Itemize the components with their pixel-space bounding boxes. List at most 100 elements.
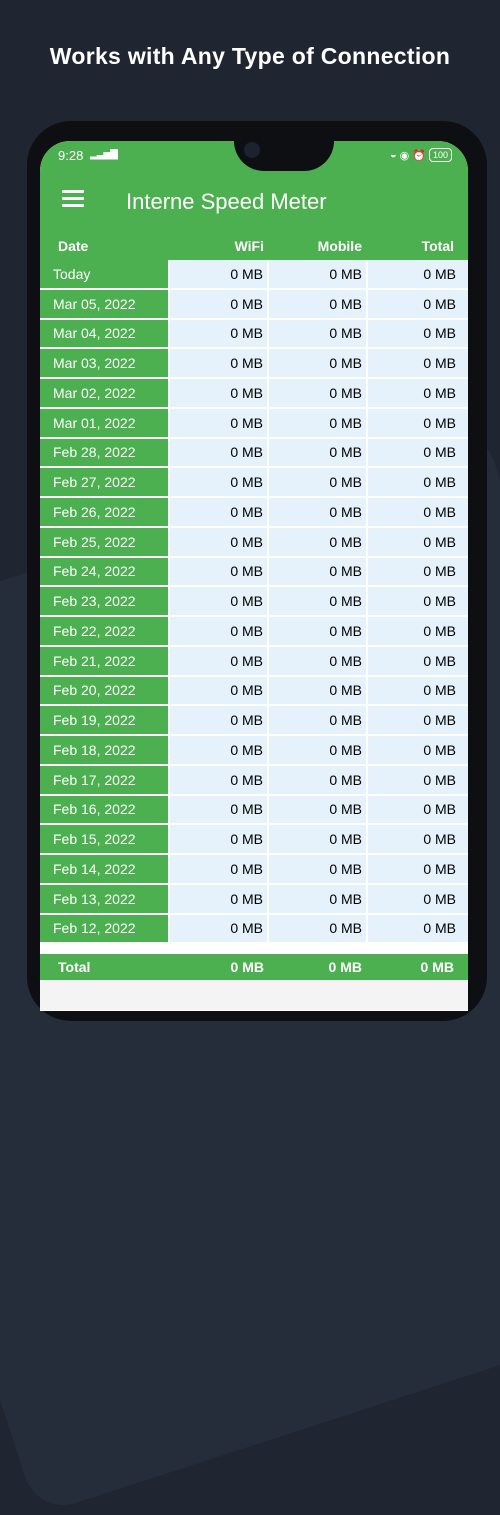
cell-wifi: 0 MB — [170, 527, 267, 558]
cell-total: 0 MB — [368, 736, 468, 766]
cell-mobile: 0 MB — [269, 260, 366, 290]
cell-wifi: 0 MB — [170, 884, 267, 915]
table-row: Mar 05, 2022 0 MB 0 MB 0 MB — [40, 289, 468, 320]
cell-mobile: 0 MB — [269, 914, 366, 945]
cell-date: Feb 19, 2022 — [40, 706, 168, 736]
cell-date: Feb 28, 2022 — [40, 438, 168, 469]
cell-date: Feb 12, 2022 — [40, 914, 168, 945]
cell-wifi: 0 MB — [170, 825, 267, 855]
cell-wifi: 0 MB — [170, 795, 267, 826]
cell-total: 0 MB — [368, 438, 468, 469]
table-row: Feb 24, 2022 0 MB 0 MB 0 MB — [40, 557, 468, 588]
cell-wifi: 0 MB — [170, 557, 267, 588]
cell-total: 0 MB — [368, 349, 468, 379]
table-row: Feb 18, 2022 0 MB 0 MB 0 MB — [40, 736, 468, 766]
cell-mobile: 0 MB — [269, 319, 366, 350]
cell-total: 0 MB — [368, 914, 468, 945]
cell-date: Mar 02, 2022 — [40, 379, 168, 409]
cell-date: Feb 26, 2022 — [40, 498, 168, 528]
cell-total: 0 MB — [368, 557, 468, 588]
cell-wifi: 0 MB — [170, 914, 267, 945]
cell-total: 0 MB — [368, 884, 468, 915]
cell-mobile: 0 MB — [269, 736, 366, 766]
cell-mobile: 0 MB — [269, 706, 366, 736]
header-mobile: Mobile — [317, 238, 362, 254]
cell-date: Feb 21, 2022 — [40, 646, 168, 677]
cell-date: Feb 22, 2022 — [40, 617, 168, 647]
table-row: Mar 01, 2022 0 MB 0 MB 0 MB — [40, 408, 468, 439]
cell-date: Feb 13, 2022 — [40, 884, 168, 915]
cell-wifi: 0 MB — [170, 617, 267, 647]
table-row: Feb 12, 2022 0 MB 0 MB 0 MB — [40, 914, 468, 945]
signal-icon: ▂▃▅▇ — [90, 149, 118, 160]
table-row: Feb 25, 2022 0 MB 0 MB 0 MB — [40, 527, 468, 558]
footer-total: 0 MB — [420, 959, 454, 975]
cell-date: Today — [40, 260, 168, 290]
cell-total: 0 MB — [368, 646, 468, 677]
table-row: Feb 27, 2022 0 MB 0 MB 0 MB — [40, 468, 468, 498]
promo-headline: Works with Any Type of Connection — [49, 43, 451, 69]
table-row: Feb 17, 2022 0 MB 0 MB 0 MB — [40, 765, 468, 796]
table-row: Feb 21, 2022 0 MB 0 MB 0 MB — [40, 646, 468, 677]
cell-total: 0 MB — [368, 825, 468, 855]
phone-screen: 9:28 ▂▃▅▇ ◒ ◉ ⏰ 100 Interne Speed Meter … — [40, 141, 468, 1011]
cell-mobile: 0 MB — [269, 646, 366, 677]
cell-mobile: 0 MB — [269, 855, 366, 885]
system-nav-bar — [40, 980, 468, 1010]
header-total: Total — [421, 238, 454, 254]
cell-total: 0 MB — [368, 527, 468, 558]
cell-mobile: 0 MB — [269, 765, 366, 796]
cell-wifi: 0 MB — [170, 765, 267, 796]
cell-date: Feb 20, 2022 — [40, 676, 168, 707]
cell-total: 0 MB — [368, 706, 468, 736]
table-row: Feb 15, 2022 0 MB 0 MB 0 MB — [40, 825, 468, 855]
cell-mobile: 0 MB — [269, 884, 366, 915]
cell-mobile: 0 MB — [269, 825, 366, 855]
cell-date: Mar 05, 2022 — [40, 289, 168, 320]
cell-date: Mar 04, 2022 — [40, 319, 168, 350]
table-row: Feb 22, 2022 0 MB 0 MB 0 MB — [40, 617, 468, 647]
footer-wifi: 0 MB — [230, 959, 264, 975]
cell-mobile: 0 MB — [269, 349, 366, 379]
cell-date: Feb 17, 2022 — [40, 765, 168, 796]
lock-icon: ◉ — [399, 149, 410, 162]
table-row: Feb 20, 2022 0 MB 0 MB 0 MB — [40, 676, 468, 707]
cell-mobile: 0 MB — [269, 438, 366, 469]
table-row: Feb 28, 2022 0 MB 0 MB 0 MB — [40, 438, 468, 469]
cell-wifi: 0 MB — [170, 468, 267, 498]
cell-total: 0 MB — [368, 319, 468, 350]
cell-total: 0 MB — [368, 676, 468, 707]
cell-total: 0 MB — [368, 498, 468, 528]
footer-label: Total — [58, 959, 91, 975]
cell-total: 0 MB — [368, 289, 468, 320]
cell-total: 0 MB — [368, 617, 468, 647]
usage-table-body[interactable]: Today 0 MB 0 MB 0 MB Mar 05, 2022 0 MB 0 MB 0 M… — [40, 260, 468, 954]
status-time: 9:28 — [58, 148, 84, 163]
table-header: Date WiFi Mobile Total — [40, 232, 468, 260]
cell-wifi: 0 MB — [170, 260, 267, 290]
cell-date: Feb 25, 2022 — [40, 527, 168, 558]
cell-wifi: 0 MB — [170, 646, 267, 677]
cell-mobile: 0 MB — [269, 795, 366, 826]
cell-total: 0 MB — [368, 408, 468, 439]
table-row: Feb 13, 2022 0 MB 0 MB 0 MB — [40, 884, 468, 915]
cell-date: Feb 16, 2022 — [40, 795, 168, 826]
cell-mobile: 0 MB — [269, 408, 366, 439]
cell-mobile: 0 MB — [269, 379, 366, 409]
table-row: Feb 23, 2022 0 MB 0 MB 0 MB — [40, 587, 468, 617]
battery-icon: 100 — [428, 148, 452, 162]
table-footer: Total 0 MB 0 MB 0 MB — [40, 954, 468, 980]
cell-wifi: 0 MB — [170, 349, 267, 379]
cell-date: Feb 24, 2022 — [40, 557, 168, 588]
table-row: Feb 19, 2022 0 MB 0 MB 0 MB — [40, 706, 468, 736]
footer-mobile: 0 MB — [328, 959, 362, 975]
cell-date: Mar 01, 2022 — [40, 408, 168, 439]
cell-mobile: 0 MB — [269, 617, 366, 647]
menu-icon[interactable] — [62, 190, 84, 207]
cell-wifi: 0 MB — [170, 676, 267, 707]
cell-wifi: 0 MB — [170, 319, 267, 350]
cell-wifi: 0 MB — [170, 438, 267, 469]
cell-wifi: 0 MB — [170, 408, 267, 439]
cell-date: Feb 14, 2022 — [40, 855, 168, 885]
table-row: Feb 26, 2022 0 MB 0 MB 0 MB — [40, 498, 468, 528]
